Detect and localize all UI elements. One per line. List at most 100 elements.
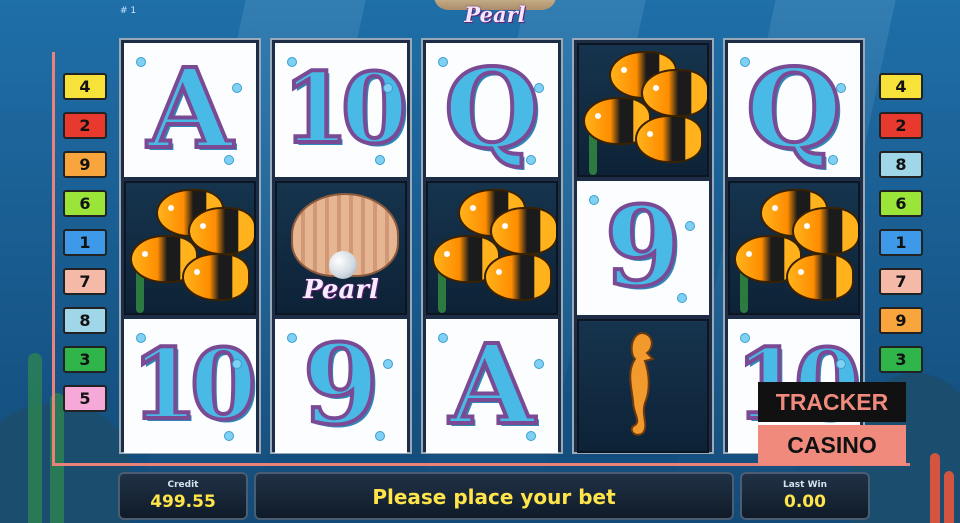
payline-indicator-1[interactable]: 1 — [63, 229, 107, 256]
bubble-icon — [828, 155, 838, 165]
fish-eye — [746, 251, 752, 257]
fish-eye — [470, 205, 476, 211]
payline-indicator-7[interactable]: 7 — [63, 268, 107, 295]
bubble-icon — [677, 293, 687, 303]
bubble-icon — [740, 57, 750, 67]
payline-indicator-5[interactable]: 5 — [63, 385, 107, 412]
bubble-icon — [526, 431, 536, 441]
bubble-icon — [438, 57, 448, 67]
line-indicator: # 1 — [120, 6, 137, 16]
fish-eye — [168, 205, 174, 211]
fish-eye — [444, 251, 450, 257]
bubble-icon — [534, 83, 544, 93]
symbol-cell: A — [426, 319, 558, 453]
symbol-cell: 10 — [275, 43, 407, 177]
reel-1: A 10 — [119, 38, 261, 454]
bubble-icon — [740, 333, 750, 343]
symbol-cell: Q — [728, 43, 860, 177]
fish-eye — [804, 223, 810, 229]
tropical-fish-icon — [786, 253, 854, 301]
fish-eye — [502, 223, 508, 229]
symbol-cell: 10 — [124, 319, 256, 453]
payline-indicator-7[interactable]: 7 — [879, 268, 923, 295]
bubble-icon — [136, 333, 146, 343]
logo-text: Pearl — [464, 2, 526, 27]
bubble-icon — [375, 155, 385, 165]
tropical-fish-icon — [484, 253, 552, 301]
bubble-icon — [287, 57, 297, 67]
bubble-icon — [534, 359, 544, 369]
fish-eye — [621, 67, 627, 73]
reel-2: 10 Pearl 9 — [270, 38, 412, 454]
watermark-casino: CASINO — [758, 425, 906, 465]
payline-indicator-9[interactable]: 9 — [63, 151, 107, 178]
bubble-icon — [224, 431, 234, 441]
payline-indicator-8[interactable]: 8 — [63, 307, 107, 334]
payline-indicator-6[interactable]: 6 — [879, 190, 923, 217]
tropical-fish-icon — [188, 207, 254, 255]
symbol-cell: A — [124, 43, 256, 177]
last-win-label: Last Win — [782, 480, 828, 490]
payline-indicator-4[interactable]: 4 — [63, 73, 107, 100]
symbol-cell — [577, 319, 709, 453]
message-panel: Please place your bet — [254, 472, 734, 520]
fish-eye — [798, 269, 804, 275]
fish-eye — [142, 251, 148, 257]
fish-eye — [653, 85, 659, 91]
seahorse-icon — [629, 331, 655, 436]
fish-eye — [772, 205, 778, 211]
symbol-cell: 9 — [577, 181, 709, 315]
tropical-fish-icon — [635, 115, 703, 163]
bubble-icon — [224, 155, 234, 165]
payline-indicator-2[interactable]: 2 — [879, 112, 923, 139]
fish-eye — [200, 223, 206, 229]
tropical-fish-icon — [641, 69, 707, 117]
credit-label: Credit — [167, 480, 199, 490]
symbol-cell: Pearl — [275, 181, 407, 315]
symbol-cell — [728, 181, 860, 315]
bubble-icon — [438, 333, 448, 343]
tropical-fish-icon — [182, 253, 250, 301]
bubble-icon — [526, 155, 536, 165]
payline-indicator-6[interactable]: 6 — [63, 190, 107, 217]
game-logo: Pearl — [420, 0, 570, 30]
reel-4: 9 — [572, 38, 714, 454]
tropical-fish-icon — [490, 207, 556, 255]
payline-indicator-4[interactable]: 4 — [879, 73, 923, 100]
fish-eye — [595, 113, 601, 119]
payline-indicator-1[interactable]: 1 — [879, 229, 923, 256]
bubble-icon — [136, 57, 146, 67]
last-win-value: 0.00 — [784, 492, 826, 512]
payline-indicator-3[interactable]: 3 — [63, 346, 107, 373]
fish-eye — [194, 269, 200, 275]
pearl-symbol-label: Pearl — [303, 275, 379, 305]
bubble-icon — [287, 333, 297, 343]
symbol-cell — [426, 181, 558, 315]
payline-indicator-9[interactable]: 9 — [879, 307, 923, 334]
bubble-icon — [836, 359, 846, 369]
payline-indicator-8[interactable]: 8 — [879, 151, 923, 178]
fish-eye — [647, 131, 653, 137]
payline-indicator-3[interactable]: 3 — [879, 346, 923, 373]
bubble-icon — [383, 83, 393, 93]
bubble-icon — [685, 221, 695, 231]
symbol-cell: Q — [426, 43, 558, 177]
bubble-icon — [232, 359, 242, 369]
watermark-tracker: TRACKER — [758, 382, 906, 422]
bubble-icon — [383, 359, 393, 369]
fish-eye — [496, 269, 502, 275]
bubble-icon — [589, 195, 599, 205]
bubble-icon — [836, 83, 846, 93]
symbol-cell — [124, 181, 256, 315]
credit-value: 499.55 — [150, 492, 216, 512]
symbol-cell: 9 — [275, 319, 407, 453]
credit-panel: Credit 499.55 — [118, 472, 248, 520]
payline-indicator-2[interactable]: 2 — [63, 112, 107, 139]
bubble-icon — [375, 431, 385, 441]
tropical-fish-icon — [792, 207, 858, 255]
reel-3: QA — [421, 38, 563, 454]
symbol-cell — [577, 43, 709, 177]
status-message: Please place your bet — [372, 485, 616, 509]
bubble-icon — [232, 83, 242, 93]
last-win-panel: Last Win 0.00 — [740, 472, 870, 520]
